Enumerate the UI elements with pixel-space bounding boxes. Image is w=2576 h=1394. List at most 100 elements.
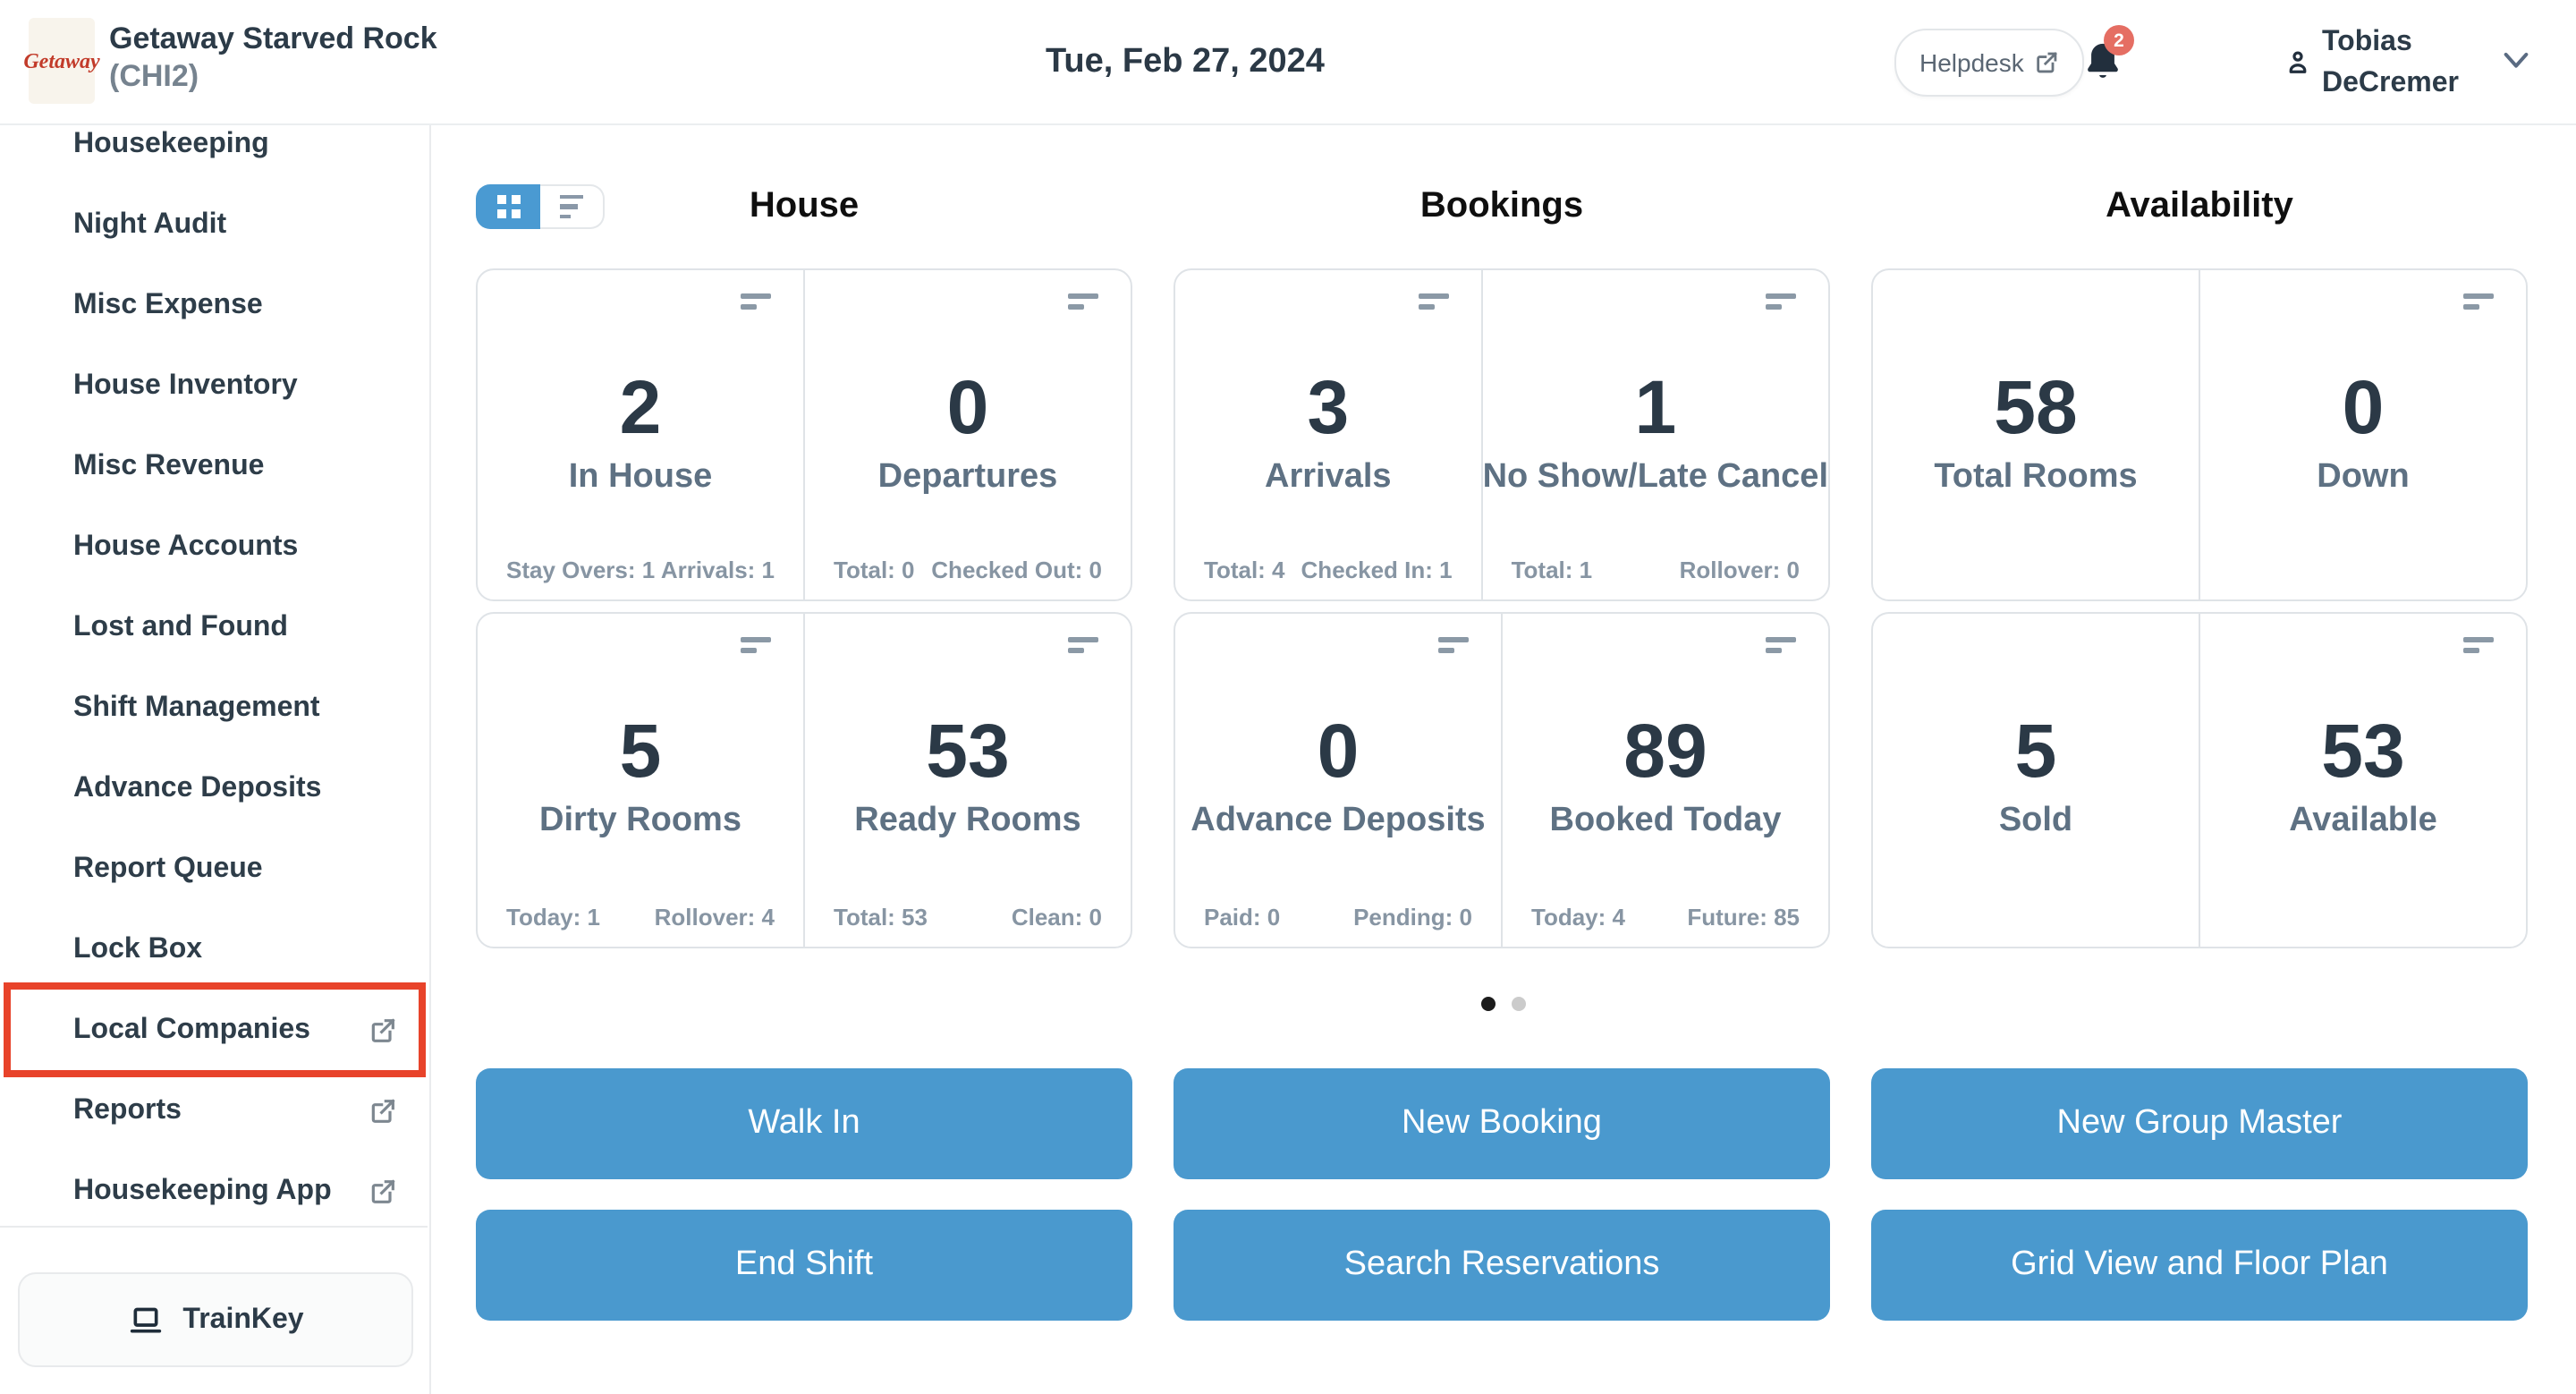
card-menu-icon[interactable] <box>1766 293 1796 310</box>
sidebar-item-house-inventory[interactable]: House Inventory <box>0 345 429 426</box>
laptop-icon <box>127 1302 165 1338</box>
card-in-house[interactable]: 2 In House Stay Overs: 1 Arrivals: 1 <box>478 270 803 599</box>
stat-label: Total Rooms <box>1873 458 2199 497</box>
card-menu-icon[interactable] <box>741 637 771 653</box>
stat-breakdown: Total: 4 Checked In: 1 <box>1204 557 1453 583</box>
external-link-icon <box>369 1016 397 1044</box>
card-total-rooms[interactable]: 58 Total Rooms <box>1873 270 2199 599</box>
card-departures[interactable]: 0 Departures Total: 0 Checked Out: 0 <box>803 270 1131 599</box>
pms-dashboard: Getaway Getaway Starved Rock (CHI2) Tue,… <box>0 0 2576 1394</box>
sidebar-item-night-audit[interactable]: Night Audit <box>0 184 429 265</box>
user-name: Tobias DeCremer <box>2322 21 2459 104</box>
action-walk-in[interactable]: Walk In <box>476 1068 1132 1179</box>
chevron-down-icon[interactable] <box>2501 48 2531 73</box>
card-menu-icon[interactable] <box>2463 293 2494 310</box>
card-menu-icon[interactable] <box>1068 637 1098 653</box>
stat-breakdown-right: Checked Out: 0 <box>931 557 1102 583</box>
card-arrivals[interactable]: 3 Arrivals Total: 4 Checked In: 1 <box>1175 270 1481 599</box>
stat-label: Ready Rooms <box>805 802 1131 841</box>
card-advance-deposits[interactable]: 0 Advance Deposits Paid: 0 Pending: 0 <box>1175 614 1501 947</box>
card-menu-icon[interactable] <box>1419 293 1449 310</box>
sidebar-item-report-queue[interactable]: Report Queue <box>0 829 429 909</box>
dashboard-columns: House 2 In House Stay Overs: 1 Arrivals:… <box>476 184 2528 948</box>
stat-breakdown: Total: 53 Clean: 0 <box>834 904 1102 931</box>
stat-breakdown-left: Total: 4 <box>1204 557 1285 583</box>
user-menu[interactable]: Tobias DeCremer <box>2284 21 2459 104</box>
action-new-group-master[interactable]: New Group Master <box>1871 1068 2528 1179</box>
column-bookings: Bookings 3 Arrivals Total: 4 Checked In:… <box>1174 184 1830 948</box>
logo-wordmark: Getaway <box>23 47 99 74</box>
stat-value: 1 <box>1483 370 1828 446</box>
pagination-dot-1[interactable] <box>1480 997 1495 1011</box>
sidebar-item-shift-management[interactable]: Shift Management <box>0 667 429 748</box>
sidebar-item-reports[interactable]: Reports <box>0 1070 429 1151</box>
trainkey-label: TrainKey <box>182 1304 303 1336</box>
card-booked-today[interactable]: 89 Booked Today Today: 4 Future: 85 <box>1501 614 1828 947</box>
card-group-bottom: 5 Dirty Rooms Today: 1 Rollover: 4 53 Re… <box>476 612 1132 948</box>
sidebar-item-local-companies[interactable]: Local Companies <box>0 990 429 1070</box>
column-title: Availability <box>1871 184 2528 229</box>
card-ready-rooms[interactable]: 53 Ready Rooms Total: 53 Clean: 0 <box>803 614 1131 947</box>
card-group-bottom: 0 Advance Deposits Paid: 0 Pending: 0 89… <box>1174 612 1830 948</box>
stat-breakdown-right: Future: 85 <box>1687 904 1800 931</box>
card-available[interactable]: 53 Available <box>2199 614 2526 947</box>
stat-label: No Show/Late Cancel <box>1483 458 1828 497</box>
stat-breakdown: Total: 0 Checked Out: 0 <box>834 557 1102 583</box>
action-new-booking[interactable]: New Booking <box>1174 1068 1830 1179</box>
property-code: (CHI2) <box>109 57 437 95</box>
notifications-button[interactable]: 2 <box>2080 38 2134 91</box>
sidebar-item-label: Local Companies <box>73 1014 310 1046</box>
stat-label: Advance Deposits <box>1175 802 1501 841</box>
external-link-icon <box>369 1177 397 1205</box>
stat-breakdown-left: Total: 1 <box>1512 557 1593 583</box>
quick-actions: Walk In New Booking New Group Master End Sh… <box>476 1068 2528 1321</box>
stat-breakdown-left: Today: 1 <box>506 904 600 931</box>
sidebar-item-label: Night Audit <box>73 208 226 241</box>
stat-breakdown-left: Total: 0 <box>834 557 915 583</box>
card-down[interactable]: 0 Down <box>2199 270 2526 599</box>
sidebar-item-advance-deposits[interactable]: Advance Deposits <box>0 748 429 829</box>
action-grid-view-and-floor-plan[interactable]: Grid View and Floor Plan <box>1871 1210 2528 1321</box>
stat-breakdown-right: Pending: 0 <box>1353 904 1472 931</box>
stat-label: Sold <box>1873 802 2199 841</box>
stat-label: Down <box>2200 458 2526 497</box>
card-menu-icon[interactable] <box>2463 637 2494 653</box>
sidebar-item-label: House Inventory <box>73 370 298 402</box>
stat-label: Booked Today <box>1503 802 1828 841</box>
stat-label: Departures <box>805 458 1131 497</box>
sidebar-item-label: Shift Management <box>73 692 320 724</box>
action-search-reservations[interactable]: Search Reservations <box>1174 1210 1830 1321</box>
property-name: Getaway Starved Rock <box>109 20 437 57</box>
stat-breakdown: Today: 1 Rollover: 4 <box>506 904 775 931</box>
stat-breakdown-right: Arrivals: 1 <box>661 557 775 583</box>
card-group-top: 58 Total Rooms 0 Down <box>1871 268 2528 601</box>
sidebar-footer: TrainKey <box>0 1226 428 1394</box>
sidebar-item-house-accounts[interactable]: House Accounts <box>0 506 429 587</box>
helpdesk-label: Helpdesk <box>1919 48 2024 77</box>
card-no-show-late-cancel[interactable]: 1 No Show/Late Cancel Total: 1 Rollover:… <box>1481 270 1828 599</box>
sidebar-item-misc-expense[interactable]: Misc Expense <box>0 265 429 345</box>
sidebar-item-label: Reports <box>73 1094 182 1126</box>
stat-breakdown-right: Rollover: 4 <box>655 904 775 931</box>
card-menu-icon[interactable] <box>1438 637 1469 653</box>
sidebar-item-label: Housekeeping <box>73 128 269 160</box>
helpdesk-button[interactable]: Helpdesk <box>1894 29 2085 97</box>
stat-breakdown-left: Total: 53 <box>834 904 928 931</box>
sidebar-item-lost-and-found[interactable]: Lost and Found <box>0 587 429 667</box>
sidebar-item-lock-box[interactable]: Lock Box <box>0 909 429 990</box>
stat-value: 5 <box>1873 714 2199 789</box>
action-end-shift[interactable]: End Shift <box>476 1210 1132 1321</box>
pagination-dot-2[interactable] <box>1511 997 1525 1011</box>
card-menu-icon[interactable] <box>741 293 771 310</box>
user-icon <box>2284 48 2311 104</box>
card-dirty-rooms[interactable]: 5 Dirty Rooms Today: 1 Rollover: 4 <box>478 614 803 947</box>
card-sold[interactable]: 5 Sold <box>1873 614 2199 947</box>
sidebar-item-housekeeping-app[interactable]: Housekeeping App <box>0 1151 429 1231</box>
stat-breakdown-left: Today: 4 <box>1531 904 1625 931</box>
sidebar-item-label: Misc Expense <box>73 289 263 321</box>
sidebar-item-misc-revenue[interactable]: Misc Revenue <box>0 426 429 506</box>
card-menu-icon[interactable] <box>1766 637 1796 653</box>
column-title: House <box>476 184 1132 229</box>
card-menu-icon[interactable] <box>1068 293 1098 310</box>
trainkey-button[interactable]: TrainKey <box>18 1272 413 1367</box>
